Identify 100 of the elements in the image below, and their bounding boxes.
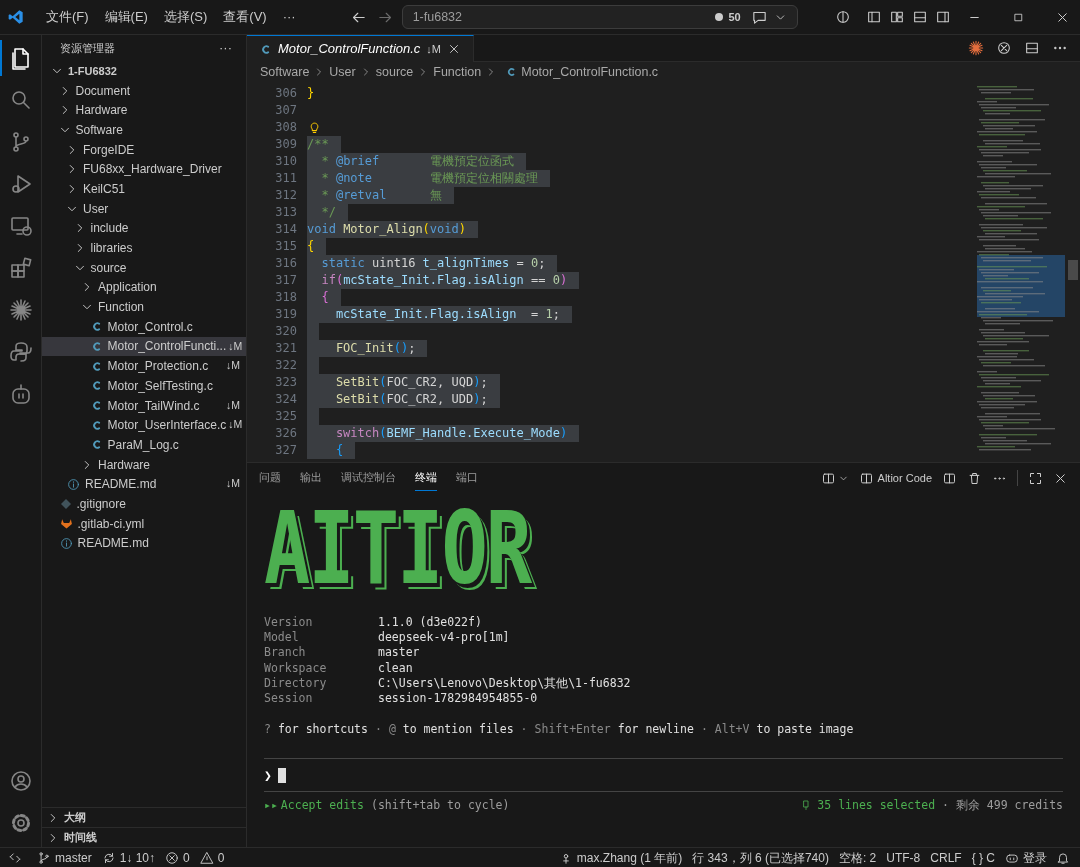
- tree-item[interactable]: Software: [42, 120, 246, 140]
- line-number: 326: [274, 425, 297, 442]
- code-line: }: [307, 85, 315, 102]
- tree-item[interactable]: Motor_TailWind.c ↓M: [42, 395, 246, 416]
- editor-tab[interactable]: Motor_ControlFunction.c ↓M: [247, 35, 474, 62]
- tree-item[interactable]: KeilC51: [42, 179, 246, 199]
- terminal-layout-icon[interactable]: [820, 470, 836, 486]
- info-label: Model: [264, 629, 300, 646]
- tree-item[interactable]: Application: [42, 277, 246, 298]
- tree-item[interactable]: README.md: [42, 533, 246, 554]
- tree-item[interactable]: libraries: [42, 238, 246, 258]
- tree-item[interactable]: Motor_ControlFuncti... ↓M: [42, 336, 246, 357]
- toggle-secondary-sidebar-icon[interactable]: [935, 9, 951, 25]
- status-item[interactable]: 1↓ 10↑: [96, 848, 161, 867]
- tree-item[interactable]: Function: [42, 297, 246, 317]
- status-item[interactable]: { } C: [966, 848, 1000, 867]
- info-value: session-1782984954855-0: [378, 690, 538, 707]
- terminal-selector[interactable]: Altior Code: [858, 469, 932, 487]
- line-number: 322: [274, 357, 297, 374]
- extensions-icon[interactable]: [8, 256, 33, 280]
- app-logo-icon[interactable]: [8, 9, 24, 25]
- tree-item[interactable]: source: [42, 257, 246, 278]
- panel-tab[interactable]: 问题: [259, 465, 281, 491]
- status-item[interactable]: 行 343，列 6 (已选择740): [687, 848, 834, 867]
- maximize-panel-icon[interactable]: [1028, 470, 1043, 486]
- tree-item[interactable]: .gitlab-ci.yml: [42, 513, 246, 534]
- credits-info: · 剩余 499 credits: [942, 796, 1063, 814]
- sparkle-icon[interactable]: [968, 40, 984, 56]
- menu-item[interactable]: 查看(V): [215, 7, 275, 27]
- menu-item[interactable]: ···: [274, 7, 304, 27]
- status-item[interactable]: 登录: [1000, 848, 1052, 867]
- line-number: 324: [274, 391, 297, 408]
- toggle-sidebar-icon[interactable]: [866, 9, 882, 25]
- info-value: deepseek-v4-pro[1m]: [378, 629, 510, 647]
- tree-item[interactable]: Document: [42, 80, 246, 101]
- info-label: Workspace: [264, 659, 328, 677]
- hint-text: ·: [374, 721, 382, 739]
- warning-icon: [199, 850, 214, 865]
- tree-item[interactable]: User: [42, 198, 246, 219]
- git-status: ↓M: [228, 338, 243, 354]
- status-item[interactable]: CRLF: [925, 848, 967, 867]
- status-item[interactable]: 空格: 2: [833, 848, 882, 867]
- bell-icon[interactable]: [1056, 850, 1070, 865]
- remote-icon[interactable]: [8, 850, 22, 865]
- tree-item[interactable]: Motor_SelfTesting.c: [42, 376, 246, 396]
- panel-tab[interactable]: 调试控制台: [341, 465, 396, 491]
- breadcrumb-item[interactable]: User: [329, 62, 356, 82]
- status-item[interactable]: 0: [160, 848, 195, 867]
- toggle-panel-icon[interactable]: [912, 9, 928, 25]
- text-cursor[interactable]: [277, 767, 286, 783]
- tree-item[interactable]: Motor_Protection.c ↓M: [42, 356, 246, 376]
- contrast-icon[interactable]: [835, 9, 851, 25]
- python-icon[interactable]: [8, 340, 33, 364]
- selection-info: 35 lines selected: [817, 796, 936, 814]
- git-status: ↓M: [226, 476, 240, 492]
- more-actions[interactable]: ···: [219, 38, 232, 58]
- tree-item[interactable]: 1-FU6832: [42, 61, 246, 81]
- git-status: ↓M: [226, 358, 240, 374]
- close-icon[interactable]: [447, 42, 461, 56]
- hint-text: for shortcuts: [277, 721, 368, 739]
- tree-item[interactable]: README.md ↓M: [42, 474, 246, 495]
- trash-icon[interactable]: [967, 470, 982, 486]
- prompt-symbol: ❯: [264, 766, 272, 785]
- tree-item[interactable]: .gitignore: [42, 494, 246, 514]
- status-item[interactable]: max.Zhang (1 年前): [553, 848, 688, 867]
- tree-item[interactable]: Motor_Control.c: [42, 316, 246, 337]
- menu-item[interactable]: 文件(F): [38, 7, 97, 27]
- account-icon[interactable]: [8, 769, 33, 793]
- breadcrumb-item[interactable]: Software: [260, 62, 310, 82]
- line-number: 319: [274, 306, 297, 323]
- hint-text: to paste image: [756, 721, 854, 739]
- breadcrumb-item[interactable]: Motor_ControlFunction.c: [521, 62, 659, 82]
- split-editor-icon[interactable]: [1024, 40, 1040, 56]
- panel-tab[interactable]: 终端: [415, 465, 437, 491]
- tree-item[interactable]: ParaM_Log.c: [42, 435, 246, 455]
- remote-explorer-icon[interactable]: [8, 214, 33, 238]
- breadcrumb-item[interactable]: source: [375, 62, 414, 82]
- breadcrumb-item[interactable]: Function: [433, 62, 482, 82]
- hint-text: to mention files: [402, 721, 514, 739]
- status-item[interactable]: UTF-8: [881, 848, 926, 867]
- menu-item[interactable]: 编辑(E): [96, 7, 156, 27]
- sparkle-icon[interactable]: [8, 298, 33, 322]
- section-header[interactable]: 大纲: [42, 807, 246, 827]
- status-item[interactable]: master: [32, 848, 97, 867]
- tree-item[interactable]: include: [42, 218, 246, 239]
- tree-item[interactable]: Hardware: [42, 454, 246, 475]
- status-item[interactable]: 0: [194, 848, 230, 867]
- error-icon: [165, 850, 180, 865]
- panel-tab[interactable]: 输出: [300, 465, 322, 491]
- count-label: 50: [728, 9, 741, 25]
- tree-item[interactable]: FU68xx_Hardware_Driver: [42, 159, 246, 180]
- tree-item[interactable]: ForgeIDE: [42, 139, 246, 160]
- c-file-icon: [259, 42, 272, 56]
- tree-item[interactable]: Motor_UserInterface.c ↓M: [42, 415, 246, 436]
- layout-icon[interactable]: [889, 9, 905, 25]
- split-terminal-icon[interactable]: [942, 470, 957, 486]
- menu-item[interactable]: 选择(S): [155, 7, 216, 27]
- panel-tab[interactable]: 端口: [456, 465, 478, 491]
- tree-item[interactable]: Hardware: [42, 100, 246, 121]
- command-center[interactable]: 1-fu6832 50: [401, 5, 798, 29]
